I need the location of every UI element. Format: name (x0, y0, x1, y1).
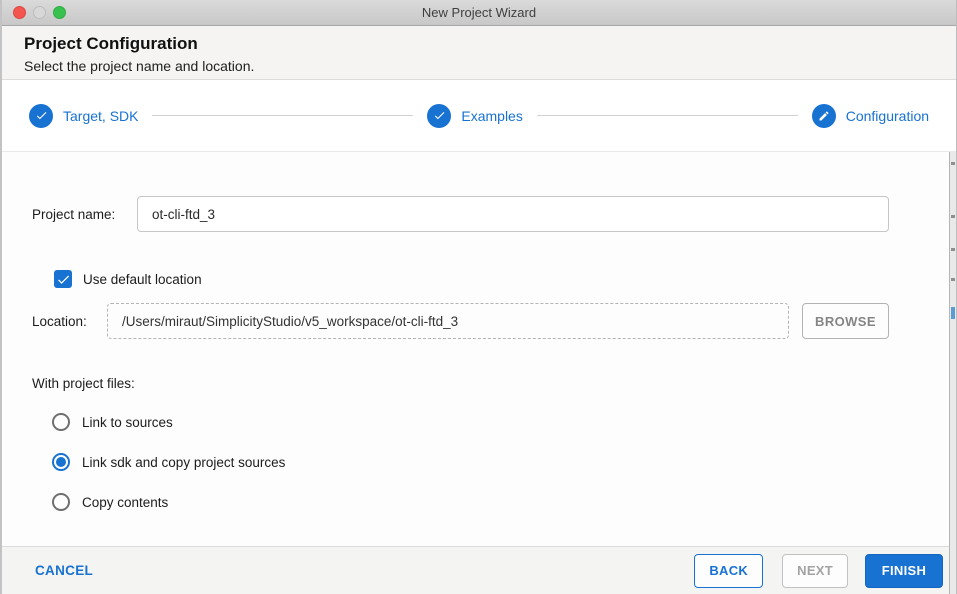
minimize-window-button[interactable] (33, 6, 46, 19)
check-icon (57, 274, 69, 284)
cancel-button[interactable]: CANCEL (35, 563, 93, 578)
stepper-connector (152, 115, 414, 116)
step-label: Configuration (845, 107, 930, 124)
browse-button[interactable]: BROWSE (802, 303, 889, 339)
step-label: Target, SDK (63, 107, 139, 124)
location-input (107, 303, 789, 339)
project-name-row: Project name: (32, 196, 889, 232)
zoom-window-button[interactable] (53, 6, 66, 19)
background-app-sliver (949, 152, 956, 594)
ruler-mark-blue (951, 307, 955, 319)
radio-button-icon[interactable] (52, 413, 70, 431)
stepper-connector (536, 115, 798, 116)
ruler-mark (951, 215, 955, 218)
traffic-lights (13, 6, 66, 19)
radio-label: Link to sources (82, 414, 173, 430)
wizard-content: Project name: Use default location Locat… (2, 152, 956, 546)
radio-copy-contents[interactable]: Copy contents (52, 493, 889, 511)
radio-label: Copy contents (82, 494, 169, 510)
page-subtitle: Select the project name and location. (24, 58, 255, 74)
wizard-header: Project Configuration Select the project… (2, 26, 956, 80)
radio-link-sdk-copy-sources[interactable]: Link sdk and copy project sources (52, 453, 889, 471)
pencil-icon (811, 103, 836, 128)
wizard-footer: CANCEL BACK NEXT FINISH (2, 546, 956, 594)
radio-button-icon[interactable] (52, 453, 70, 471)
with-project-files-label: With project files: (32, 376, 135, 391)
use-default-location-row[interactable]: Use default location (54, 270, 889, 288)
radio-link-to-sources[interactable]: Link to sources (52, 413, 889, 431)
project-name-label: Project name: (32, 206, 116, 222)
wizard-stepper: Target, SDK Examples Configuration (2, 80, 956, 152)
step-target-sdk: Target, SDK (29, 103, 139, 128)
radio-label: Link sdk and copy project sources (82, 454, 286, 470)
check-icon (427, 103, 452, 128)
new-project-wizard-dialog: New Project Wizard Project Configuration… (0, 0, 957, 594)
step-label: Examples (461, 107, 523, 124)
ruler-mark (951, 278, 955, 281)
window-title: New Project Wizard (421, 5, 537, 20)
finish-button[interactable]: FINISH (865, 553, 943, 588)
step-examples: Examples (427, 103, 523, 128)
back-button[interactable]: BACK (694, 553, 764, 588)
location-row: Location: BROWSE (32, 303, 889, 339)
page-title: Project Configuration (24, 34, 198, 53)
ruler-mark (951, 162, 955, 165)
close-window-button[interactable] (13, 6, 26, 19)
step-configuration: Configuration (811, 103, 930, 128)
project-name-input[interactable] (137, 196, 889, 232)
radio-button-icon[interactable] (52, 493, 70, 511)
use-default-location-label: Use default location (83, 271, 202, 287)
use-default-location-checkbox[interactable] (54, 270, 72, 288)
title-bar: New Project Wizard (2, 0, 956, 26)
location-label: Location: (32, 313, 87, 329)
check-icon (29, 103, 53, 128)
next-button[interactable]: NEXT (782, 553, 848, 588)
ruler-mark (951, 248, 955, 251)
